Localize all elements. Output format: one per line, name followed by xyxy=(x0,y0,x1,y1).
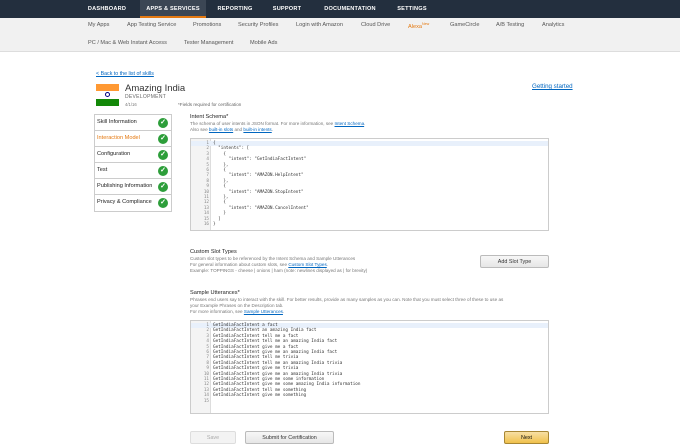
sample-utterances-editor[interactable]: 1 GetIndiaFactIntent a fact 2 GetIndiaFactI… xyxy=(190,320,549,414)
check-icon: ✓ xyxy=(158,166,168,176)
subnav-security-profiles[interactable]: Security Profiles xyxy=(238,22,278,28)
nav-documentation[interactable]: DOCUMENTATION xyxy=(312,0,388,18)
step-label: Configuration xyxy=(97,151,131,157)
step-label: Privacy & Compliance xyxy=(97,199,152,205)
custom-slot-example: Example: TOPPINGS - cheese | onions | ha… xyxy=(190,268,368,273)
custom-slot-title: Custom Slot Types xyxy=(190,249,237,255)
step-label: Interaction Model xyxy=(97,135,140,141)
subnav-login-amazon[interactable]: Login with Amazon xyxy=(296,22,343,28)
submit-certification-button[interactable]: Submit for Certification xyxy=(245,431,334,444)
intent-desc-text: The schema of user intents in JSON forma… xyxy=(190,121,335,126)
sample-utterances-label: Sample Utterances xyxy=(190,290,238,296)
check-icon: ✓ xyxy=(158,198,168,208)
intent-schema-editor[interactable]: 1{2 "intents": [3 {4 "intent": "GetIndia… xyxy=(190,138,549,231)
built-in-slots-link[interactable]: built-in slots xyxy=(209,127,233,132)
nav-dashboard[interactable]: DASHBOARD xyxy=(76,0,138,18)
check-icon: ✓ xyxy=(158,150,168,160)
step-item[interactable]: Skill Information ✓ xyxy=(95,115,171,131)
step-list: Skill Information ✓ Interaction Model ✓ Conf… xyxy=(94,114,172,212)
back-to-skills-link[interactable]: < Back to the list of skills xyxy=(96,71,154,77)
check-icon: ✓ xyxy=(158,182,168,192)
code-line: 15 xyxy=(191,399,548,404)
check-icon: ✓ xyxy=(158,134,168,144)
subnav-gamecircle[interactable]: GameCircle xyxy=(450,22,480,28)
skill-date: 4/1/16 xyxy=(125,102,137,107)
subnav-alexa[interactable]: AlexaNew xyxy=(408,22,429,30)
utterances-desc3: For more information, see Sample Utteran… xyxy=(190,309,285,314)
required-note: *Fields required for certification xyxy=(178,102,242,107)
step-label: Publishing Information xyxy=(97,183,153,189)
built-in-intents-link[interactable]: built-in intents xyxy=(243,127,271,132)
skill-name: Amazing India xyxy=(125,83,186,94)
subnav-tester-management[interactable]: Tester Management xyxy=(184,40,233,46)
line-number: 15 xyxy=(203,398,209,404)
line-number: 16 xyxy=(203,222,209,227)
nav-apps-services[interactable]: APPS & SERVICES xyxy=(140,0,206,18)
step-label: Skill Information xyxy=(97,119,137,125)
getting-started-link[interactable]: Getting started xyxy=(532,83,573,90)
step-item[interactable]: Test ✓ xyxy=(95,163,171,179)
check-icon: ✓ xyxy=(158,118,168,128)
sample-utterances-title: Sample Utterances* xyxy=(190,290,240,296)
subnav-analytics[interactable]: Analytics xyxy=(542,22,564,28)
nav-support[interactable]: SUPPORT xyxy=(264,0,310,18)
intent-schema-label: Intent Schema xyxy=(190,114,227,120)
intent-schema-link[interactable]: Intent Schema xyxy=(335,121,365,126)
india-flag-icon xyxy=(96,84,119,106)
and-text: and xyxy=(233,127,244,132)
nav-settings[interactable]: SETTINGS xyxy=(390,0,434,18)
step-item[interactable]: Privacy & Compliance ✓ xyxy=(95,195,171,211)
add-slot-type-button[interactable]: Add Slot Type xyxy=(480,255,549,268)
flag-stripe-saffron xyxy=(96,84,119,92)
subnav-cloud-drive[interactable]: Cloud Drive xyxy=(361,22,390,28)
also-see-text: Also see xyxy=(190,127,209,132)
chakra-icon xyxy=(105,92,110,98)
step-item[interactable]: Interaction Model ✓ xyxy=(95,131,171,147)
step-item[interactable]: Configuration ✓ xyxy=(95,147,171,163)
flag-stripe-green xyxy=(96,98,119,106)
sub-navigation: My Apps App Testing Service Promotions S… xyxy=(0,18,680,52)
step-item[interactable]: Publishing Information ✓ xyxy=(95,179,171,195)
utterances-desc3-text: For more information, see xyxy=(190,309,244,314)
nav-reporting[interactable]: REPORTING xyxy=(208,0,262,18)
subnav-instant-access[interactable]: PC / Mac & Web Instant Access xyxy=(88,40,167,46)
subnav-my-apps[interactable]: My Apps xyxy=(88,22,109,28)
code-line: 16} xyxy=(191,222,548,227)
flag-stripe-white xyxy=(96,91,119,99)
subnav-promotions[interactable]: Promotions xyxy=(193,22,221,28)
intent-schema-title: Intent Schema* xyxy=(190,114,229,120)
skill-status: DEVELOPMENT xyxy=(125,94,167,100)
subnav-ab-testing[interactable]: A/B Testing xyxy=(496,22,524,28)
save-button[interactable]: Save xyxy=(190,431,236,444)
top-navigation: DASHBOARD APPS & SERVICES REPORTING SUPP… xyxy=(0,0,680,18)
sample-utterances-link[interactable]: Sample Utterances xyxy=(244,309,283,314)
alexa-label: Alexa xyxy=(408,23,422,30)
new-badge: New xyxy=(422,22,430,26)
code-text: } xyxy=(213,222,216,227)
intent-schema-desc2: Also see built-in slots and built-in int… xyxy=(190,127,274,132)
next-button[interactable]: Next xyxy=(504,431,549,444)
subnav-app-testing[interactable]: App Testing Service xyxy=(127,22,176,28)
custom-slot-types-link[interactable]: Custom Slot Types xyxy=(288,262,326,267)
subnav-mobile-ads[interactable]: Mobile Ads xyxy=(250,40,277,46)
step-label: Test xyxy=(97,167,108,173)
custom-slot-desc2-text: For general information about custom slo… xyxy=(190,262,289,267)
